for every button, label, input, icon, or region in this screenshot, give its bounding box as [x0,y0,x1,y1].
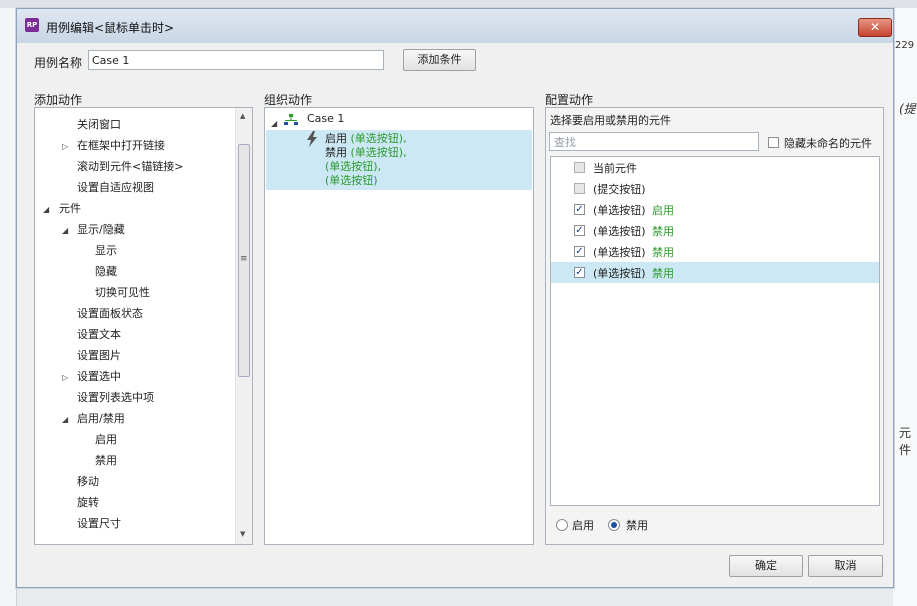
search-input[interactable]: 查找 [549,132,759,151]
widget-row[interactable]: ✓ (单选按钮) 启用 [551,199,879,220]
case-node[interactable]: Case 1 [307,108,344,129]
lightning-icon [307,131,317,147]
tree-item[interactable]: 启用/禁用 [77,408,125,429]
configure-actions-heading: 配置动作 [545,93,594,107]
widget-checkbox-checked[interactable]: ✓ [574,246,585,257]
collapse-arrow-icon[interactable]: ◢ [43,205,49,214]
background-right-panel: 229 (提 元件 [893,8,917,606]
add-actions-panel: ··· 关闭窗口 ▷ 在框架中打开链接 滚动到元件<锚链接> 设置自适应视图 ◢… [34,107,253,545]
collapse-arrow-icon[interactable]: ◢ [62,415,68,424]
tree-item[interactable]: 旋转 [77,492,99,513]
enable-radio[interactable] [556,519,568,531]
configure-actions-panel: 选择要启用或禁用的元件 查找 隐藏未命名的元件 当前元件 (提交按钮) ✓ (单… [545,107,884,545]
organize-actions-panel: ◢ Case 1 启用 (单选按钮), 禁用 (单选按钮), (单选按钮), (… [264,107,534,545]
tree-item[interactable]: 元件 [59,198,81,219]
widget-action-tag: 禁用 [652,225,674,238]
disable-radio-selected[interactable] [608,519,620,531]
tree-item[interactable]: 设置文本 [77,324,121,345]
widget-row-selected[interactable]: ✓ (单选按钮) 禁用 [551,262,879,283]
add-condition-button[interactable]: 添加条件 [403,49,476,71]
grip-icon: ≡ [240,254,248,264]
widget-checkbox[interactable] [574,162,585,173]
tree-item[interactable]: 设置尺寸 [77,513,121,534]
background-toolbar [0,0,917,8]
tree-item[interactable]: 启用 [95,429,117,450]
collapse-arrow-icon[interactable]: ◢ [62,226,68,235]
dialog-titlebar[interactable]: RP 用例编辑<鼠标单击时> ✕ [17,9,893,43]
action-line: (单选按钮), [325,160,382,173]
organize-actions-heading: 组织动作 [264,93,313,107]
axure-rp-icon: RP [25,18,39,32]
tree-item[interactable]: 显示 [95,240,117,261]
add-actions-heading: 添加动作 [34,93,83,107]
case-name-input[interactable]: Case 1 [88,50,384,70]
tree-item[interactable]: 移动 [77,471,99,492]
action-line: (单选按钮) [325,174,378,187]
widget-checkbox[interactable] [574,183,585,194]
widget-checkbox-checked[interactable]: ✓ [574,204,585,215]
expand-arrow-icon[interactable]: ▷ [62,373,68,382]
tree-item[interactable]: 隐藏 [95,261,117,282]
disable-radio-label: 禁用 [626,519,648,532]
tree-item[interactable]: 设置选中 [77,366,121,387]
widget-list: 当前元件 (提交按钮) ✓ (单选按钮) 启用 ✓ (单选按钮) 禁用 ✓ (单… [550,156,880,506]
tree-item[interactable]: 显示/隐藏 [77,219,125,240]
widget-action-tag: 禁用 [652,267,674,280]
tree-item[interactable]: 设置自适应视图 [77,177,154,198]
configure-heading: 选择要启用或禁用的元件 [550,114,671,127]
widget-action-tag: 禁用 [652,246,674,259]
background-fragment: 229 [895,40,915,51]
expand-arrow-icon[interactable]: ▷ [62,142,68,151]
background-fragment: 元件 [899,426,912,457]
add-actions-scrollbar[interactable]: ▲ ≡ ▼ [235,108,252,544]
tree-item[interactable]: 设置面板状态 [77,303,143,324]
background-left-panel [0,8,17,606]
dialog-content: 用例名称 Case 1 添加条件 添加动作 组织动作 配置动作 ··· 关闭窗口… [25,43,885,579]
case-name-label: 用例名称 [34,56,83,70]
widget-action-tag: 启用 [652,204,674,217]
tree-item[interactable]: 设置图片 [77,345,121,366]
hide-unnamed-label: 隐藏未命名的元件 [784,137,872,150]
close-button[interactable]: ✕ [858,18,892,37]
collapse-arrow-icon[interactable]: ◢ [271,119,277,128]
case-editor-dialog: RP 用例编辑<鼠标单击时> ✕ 用例名称 Case 1 添加条件 添加动作 组… [16,8,894,588]
hide-unnamed-checkbox[interactable] [768,137,779,148]
tree-item[interactable]: 禁用 [95,450,117,471]
widget-row[interactable]: 当前元件 [551,157,879,178]
background-fragment: (提 [899,102,916,116]
widget-checkbox-checked[interactable]: ✓ [574,267,585,278]
widget-row[interactable]: ✓ (单选按钮) 禁用 [551,241,879,262]
action-line: 启用 (单选按钮), [325,132,407,145]
action-line: 禁用 (单选按钮), [325,146,407,159]
enable-radio-label: 启用 [572,519,594,532]
widget-row[interactable]: ✓ (单选按钮) 禁用 [551,220,879,241]
tree-item[interactable]: 设置列表选中项 [77,387,154,408]
ok-button[interactable]: 确定 [729,555,803,577]
tree-item[interactable]: 切换可见性 [95,282,150,303]
case-tree-icon [284,114,298,125]
widget-row[interactable]: (提交按钮) [551,178,879,199]
widget-checkbox-checked[interactable]: ✓ [574,225,585,236]
dialog-title: 用例编辑<鼠标单击时> [46,21,175,35]
tree-item[interactable]: 滚动到元件<锚链接> [77,156,183,177]
tree-item[interactable]: 关闭窗口 [77,114,121,135]
tree-item[interactable]: 在框架中打开链接 [77,135,165,156]
cancel-button[interactable]: 取消 [808,555,883,577]
scroll-up-icon[interactable]: ▲ [240,112,245,120]
scroll-down-icon[interactable]: ▼ [240,530,245,538]
